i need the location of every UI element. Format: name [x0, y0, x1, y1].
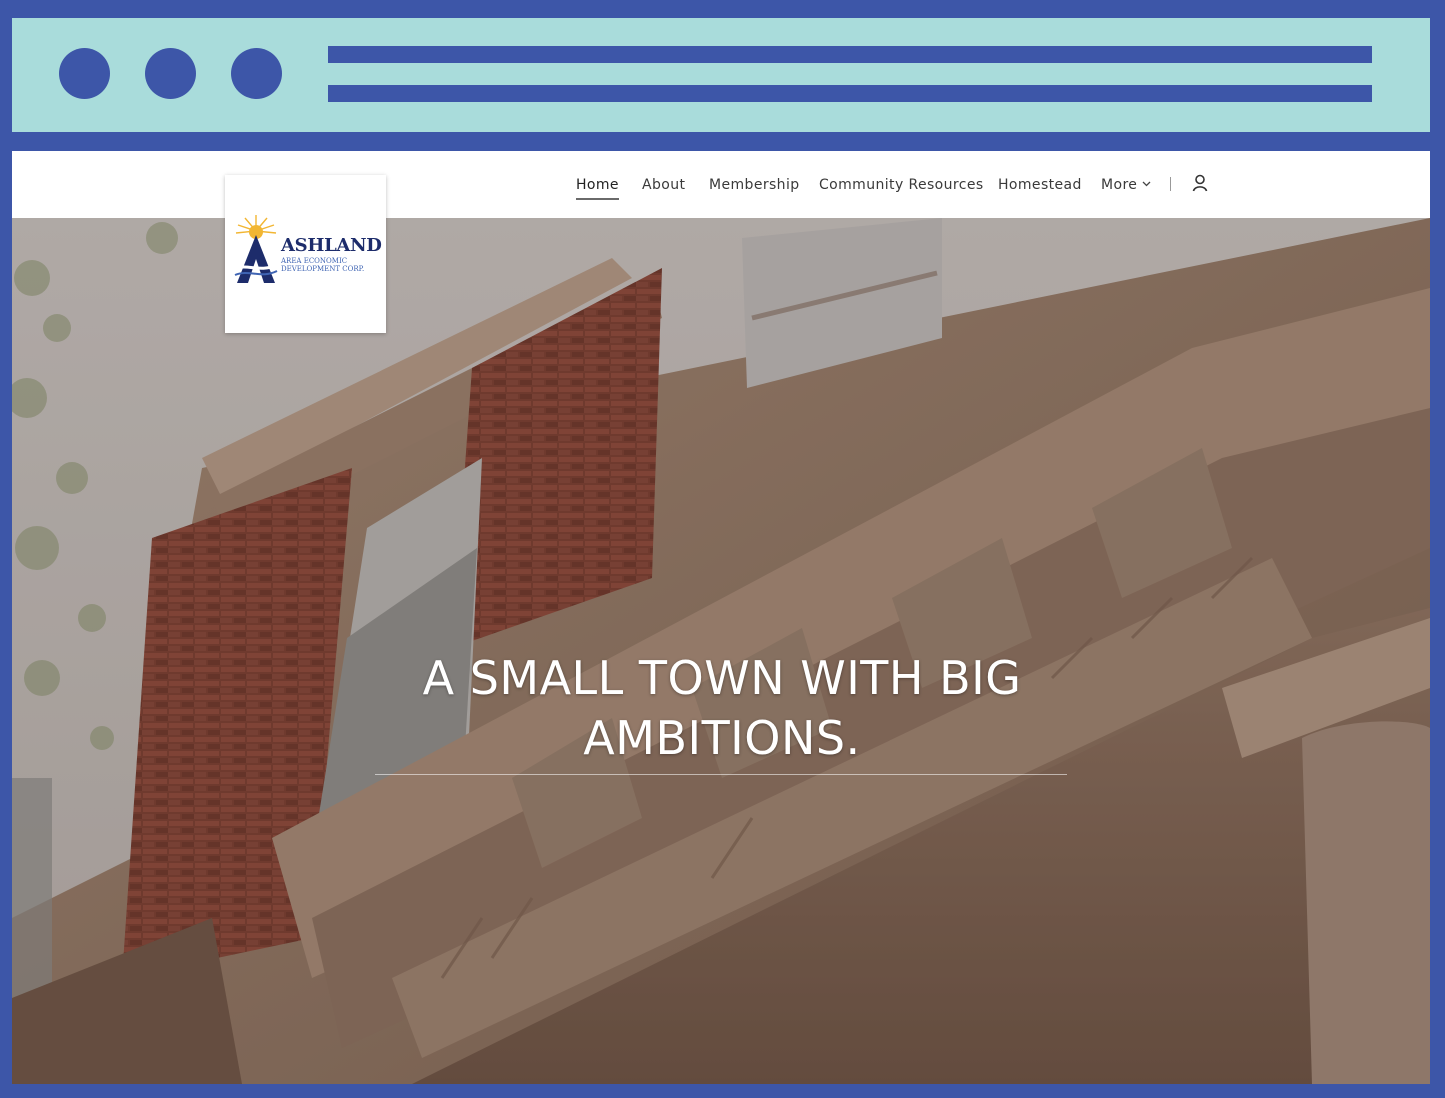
website-viewport: Home About Membership Community Resource… [12, 151, 1430, 1084]
nav-item-community-resources[interactable]: Community Resources [819, 177, 984, 193]
logo-subtitle: AREA ECONOMIC DEVELOPMENT CORP. [281, 257, 364, 273]
nav-item-more-label: More [1101, 177, 1138, 193]
nav-item-about[interactable]: About [642, 177, 685, 193]
address-bar-line-2 [328, 85, 1372, 102]
logo-subtitle-line-1: AREA ECONOMIC [281, 257, 348, 265]
nav-item-more[interactable]: More [1101, 177, 1151, 193]
hero-title-line-2: AMBITIONS. [583, 711, 861, 765]
hero-title: A SMALL TOWN WITH BIG AMBITIONS. [302, 648, 1142, 768]
logo-wordmark: ASHLAND [281, 235, 382, 256]
hero-divider [375, 774, 1067, 775]
illustration-frame: Home About Membership Community Resource… [0, 0, 1445, 1098]
window-dot-2 [145, 48, 196, 99]
logo-subtitle-line-2: DEVELOPMENT CORP. [281, 265, 365, 273]
hero-title-line-1: A SMALL TOWN WITH BIG [422, 651, 1022, 705]
browser-chrome-illustration [12, 18, 1430, 132]
window-dot-3 [231, 48, 282, 99]
window-dot-1 [59, 48, 110, 99]
nav-item-membership[interactable]: Membership [709, 177, 800, 193]
ashland-logo-mark [234, 215, 278, 283]
person-icon[interactable] [1192, 174, 1208, 192]
nav-item-homestead[interactable]: Homestead [998, 177, 1082, 193]
nav-divider [1170, 177, 1171, 191]
hero-banner: A SMALL TOWN WITH BIG AMBITIONS. [12, 218, 1430, 1084]
site-logo[interactable]: ASHLAND AREA ECONOMIC DEVELOPMENT CORP. [225, 175, 386, 333]
address-bar-line-1 [328, 46, 1372, 63]
chevron-down-icon [1142, 181, 1151, 187]
nav-item-home[interactable]: Home [576, 177, 619, 200]
